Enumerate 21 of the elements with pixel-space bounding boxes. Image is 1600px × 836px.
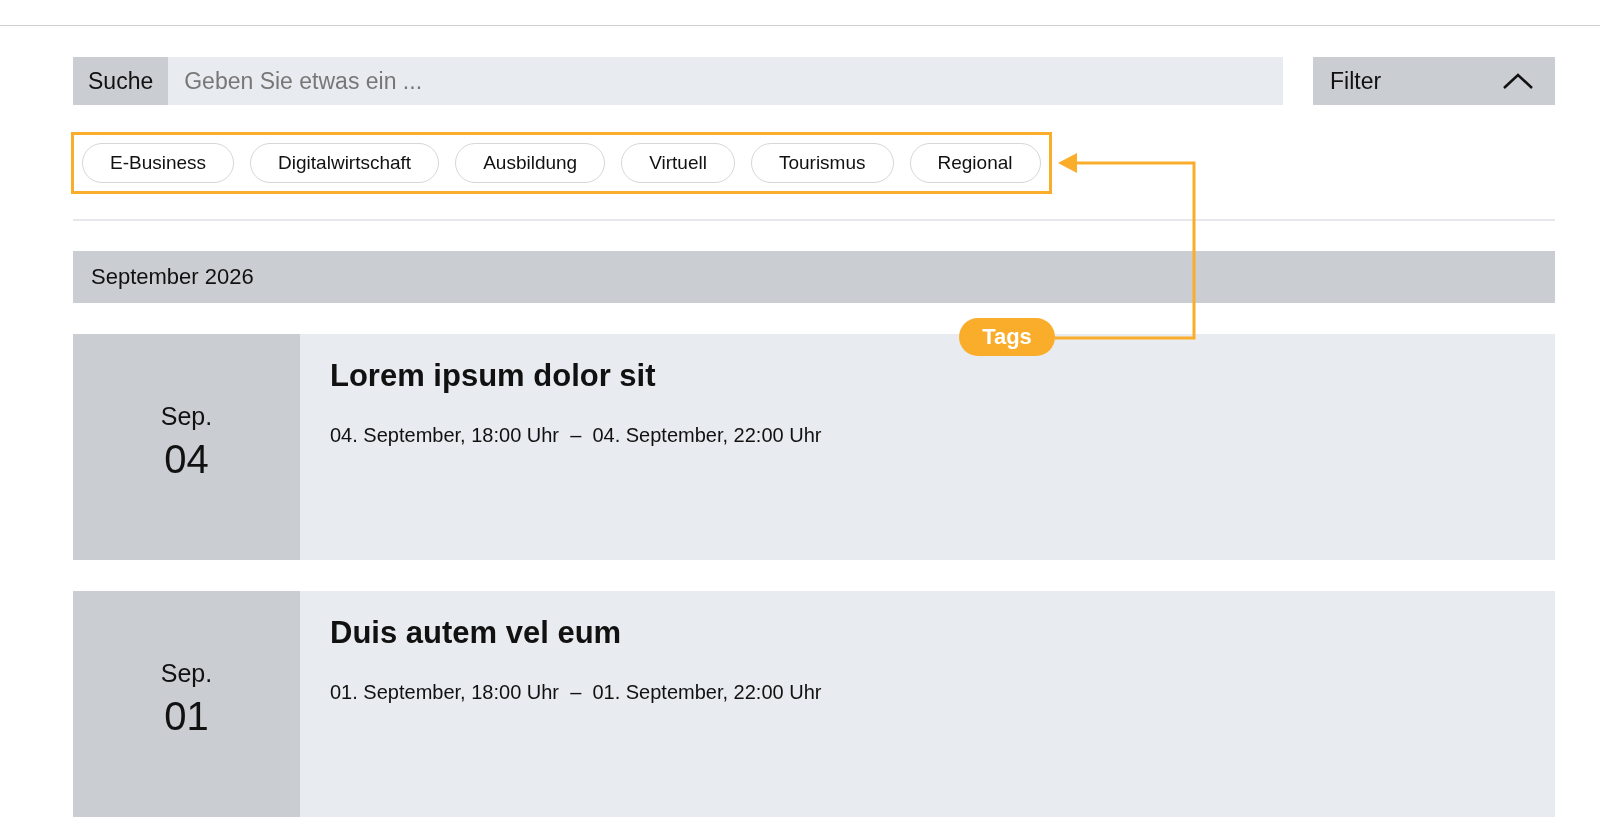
event-time: 01. September, 18:00 Uhr – 01. September, 22:00 Uhr [330, 681, 822, 704]
tag-chip[interactable]: Regional [909, 143, 1041, 183]
event-title: Lorem ipsum dolor sit [330, 358, 656, 394]
month-header: September 2026 [73, 251, 1555, 303]
filter-button[interactable]: Filter [1313, 57, 1555, 105]
event-day: 04 [164, 437, 209, 482]
event-time: 04. September, 18:00 Uhr – 04. September, 22:00 Uhr [330, 424, 822, 447]
tag-chip[interactable]: E-Business [82, 143, 235, 183]
event-month: Sep. [160, 402, 213, 431]
event-month: Sep. [160, 659, 213, 688]
event-card[interactable]: Sep. 01 Duis autem vel eum 01. September, 18:00 Uhr – 01. September, 22:00 Uhr [73, 591, 1555, 817]
tag-chip[interactable]: Tourismus [750, 143, 894, 183]
tag-chip[interactable]: Digitalwirtschaft [250, 143, 440, 183]
event-day: 01 [164, 694, 209, 739]
tag-chip[interactable]: Virtuell [621, 143, 735, 183]
search-field[interactable]: Geben Sie etwas ein ... [168, 57, 1283, 105]
callout-label: Tags [959, 318, 1055, 356]
chevron-up-icon [1503, 73, 1533, 89]
search-label: Suche [73, 57, 169, 105]
tag-chip[interactable]: Ausbildung [455, 143, 606, 183]
event-title: Duis autem vel eum [330, 615, 622, 651]
